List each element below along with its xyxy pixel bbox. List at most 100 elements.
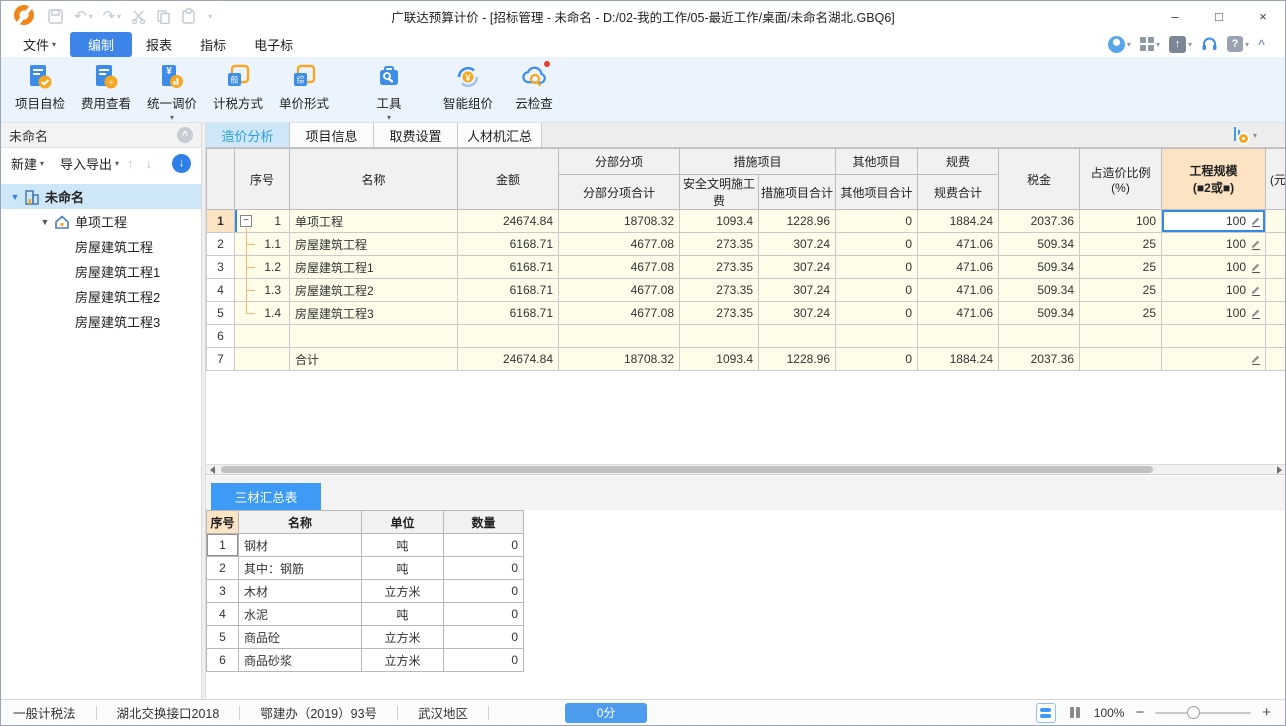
name-cell[interactable]: 房屋建筑工程 [289, 232, 458, 256]
menu-ebid[interactable]: 电子标 [240, 32, 307, 57]
grid-cell[interactable]: 1093.4 [679, 209, 759, 233]
grid-cell[interactable] [558, 324, 680, 348]
grid-cell[interactable]: 1093.4 [679, 347, 759, 371]
scroll-left-arrow[interactable] [206, 465, 218, 474]
grid-cell[interactable]: 3 [206, 579, 239, 603]
paste-icon[interactable] [181, 8, 196, 24]
row-number[interactable]: 4 [206, 278, 235, 302]
col-header-tax[interactable]: 税金 [998, 148, 1081, 210]
zoom-slider[interactable] [1155, 705, 1252, 719]
grid-cell[interactable]: 509.34 [998, 255, 1081, 279]
tab-project-info[interactable]: 项目信息 [290, 123, 374, 147]
column-settings-button[interactable]: ▾ [1231, 126, 1257, 144]
row-number[interactable]: 6 [206, 324, 235, 348]
seq-cell[interactable]: 1.2 [234, 255, 290, 279]
row-number[interactable]: 2 [206, 232, 235, 256]
tree-item-unit-project[interactable]: 房屋建筑工程2 [1, 284, 201, 309]
status-interface-standard[interactable]: 湖北交换接口2018 [117, 703, 220, 722]
grid-cell[interactable]: 0 [835, 232, 919, 256]
grid-cell[interactable] [1265, 255, 1285, 279]
grid-cell[interactable] [1265, 278, 1285, 302]
seq-cell[interactable] [234, 324, 290, 348]
help-button[interactable]: ? ▾ [1226, 36, 1249, 52]
col-header-safety-fee[interactable]: 安全文明施工费 [679, 174, 759, 210]
grid-cell[interactable]: 吨 [361, 533, 444, 557]
minimize-button[interactable]: – [1153, 1, 1197, 31]
name-cell[interactable]: 房屋建筑工程2 [289, 278, 458, 302]
grid-cell[interactable] [1265, 347, 1285, 371]
scale-cell[interactable]: 100 [1161, 255, 1267, 279]
cost-view-button[interactable]: ÷ 费用查看 [73, 61, 139, 122]
grid-cell[interactable]: 立方米 [361, 648, 444, 672]
row-number[interactable]: 1 [206, 209, 235, 233]
col-header-qty[interactable]: 数量 [443, 510, 524, 534]
col-header-other-total[interactable]: 其他项目合计 [835, 174, 919, 210]
grid-cell[interactable]: 0 [835, 255, 919, 279]
grid-cell[interactable]: 471.06 [917, 278, 1000, 302]
status-regulation-doc[interactable]: 鄂建办（2019）93号 [260, 703, 377, 722]
grid-cell[interactable] [917, 324, 1000, 348]
customize-toolbar-icon[interactable]: ▾ [206, 12, 212, 21]
grid-cell[interactable]: 0 [443, 648, 524, 672]
move-down-button[interactable]: ↓ [142, 156, 157, 171]
grid-cell[interactable]: 1 [206, 533, 239, 557]
col-header-seq[interactable]: 序号 [206, 510, 239, 534]
edit-pencil-icon[interactable] [1250, 238, 1262, 250]
grid-cell[interactable]: 18708.32 [558, 347, 680, 371]
zoom-out-button[interactable]: − [1135, 704, 1144, 721]
undo-button[interactable]: ↶ ▾ [74, 7, 93, 25]
seq-cell[interactable]: −1 [234, 209, 290, 233]
grid-cell[interactable]: 25 [1079, 301, 1163, 325]
grid-cell[interactable]: 立方米 [361, 579, 444, 603]
col-header-seq[interactable]: 序号 [234, 148, 290, 210]
menu-edit[interactable]: 编制 [70, 31, 133, 57]
grid-cell[interactable]: 1884.24 [917, 209, 1000, 233]
tree-item-project[interactable]: ▼ 未命名 [1, 184, 201, 209]
scale-cell[interactable] [1161, 324, 1267, 348]
grid-cell[interactable]: 吨 [361, 602, 444, 626]
tab-materials-summary[interactable]: 三材汇总表 [211, 483, 321, 510]
name-cell[interactable] [289, 324, 458, 348]
grid-cell[interactable]: 273.35 [679, 232, 759, 256]
grid-cell[interactable] [998, 324, 1081, 348]
maximize-button[interactable]: □ [1197, 1, 1241, 31]
grid-cell[interactable]: 471.06 [917, 232, 1000, 256]
name-cell[interactable]: 房屋建筑工程1 [289, 255, 458, 279]
row-number[interactable]: 7 [206, 347, 235, 371]
grid-cell[interactable] [835, 324, 919, 348]
col-header-ratio[interactable]: 占造价比例 (%) [1079, 148, 1163, 210]
col-group-measures[interactable]: 措施项目 [678, 148, 837, 175]
tree-item-unit-project[interactable]: 房屋建筑工程1 [1, 259, 201, 284]
seq-cell[interactable]: 1.3 [234, 278, 290, 302]
edit-pencil-icon[interactable] [1250, 284, 1262, 296]
edit-pencil-icon[interactable] [1250, 215, 1262, 227]
col-header-partial[interactable]: (元 [1265, 148, 1285, 210]
edit-pencil-icon[interactable] [1250, 261, 1262, 273]
col-group-fees[interactable]: 规费 [917, 148, 1000, 175]
scale-cell[interactable]: 100 [1161, 232, 1267, 256]
tab-labor-material-summary[interactable]: 人材机汇总 [458, 123, 542, 147]
grid-cell[interactable]: 0 [835, 278, 919, 302]
tools-button[interactable]: 工具 ▾ [363, 61, 415, 122]
grid-cell[interactable]: 钢材 [238, 533, 362, 557]
move-up-button[interactable]: ↑ [123, 156, 138, 171]
col-header-name[interactable]: 名称 [289, 148, 458, 210]
grid-cell[interactable]: 0 [835, 347, 919, 371]
grid-cell[interactable] [1265, 232, 1285, 256]
tree-item-unit-project[interactable]: 房屋建筑工程 [1, 234, 201, 259]
grid-cell[interactable]: 25 [1079, 278, 1163, 302]
grid-cell[interactable]: 4677.08 [558, 255, 680, 279]
unit-price-form-button[interactable]: 综 单价形式 [271, 61, 337, 122]
zoom-slider-knob[interactable] [1187, 705, 1201, 719]
grid-cell[interactable]: 24674.84 [457, 347, 559, 371]
tree-item-single-project[interactable]: ▼ 单项工程 [1, 209, 201, 234]
grid-cell[interactable]: 273.35 [679, 278, 759, 302]
grid-cell[interactable]: 1228.96 [757, 209, 837, 233]
grid-cell[interactable]: 471.06 [917, 301, 1000, 325]
scale-cell-selected[interactable]: 100 [1161, 209, 1267, 233]
grid-cell[interactable]: 2 [206, 556, 239, 580]
menu-reports[interactable]: 报表 [132, 32, 186, 57]
sidebar-collapse-button[interactable]: ^ [177, 127, 193, 143]
grid-cell[interactable]: 1884.24 [917, 347, 1000, 371]
tab-cost-analysis[interactable]: 造价分析 [206, 123, 290, 147]
